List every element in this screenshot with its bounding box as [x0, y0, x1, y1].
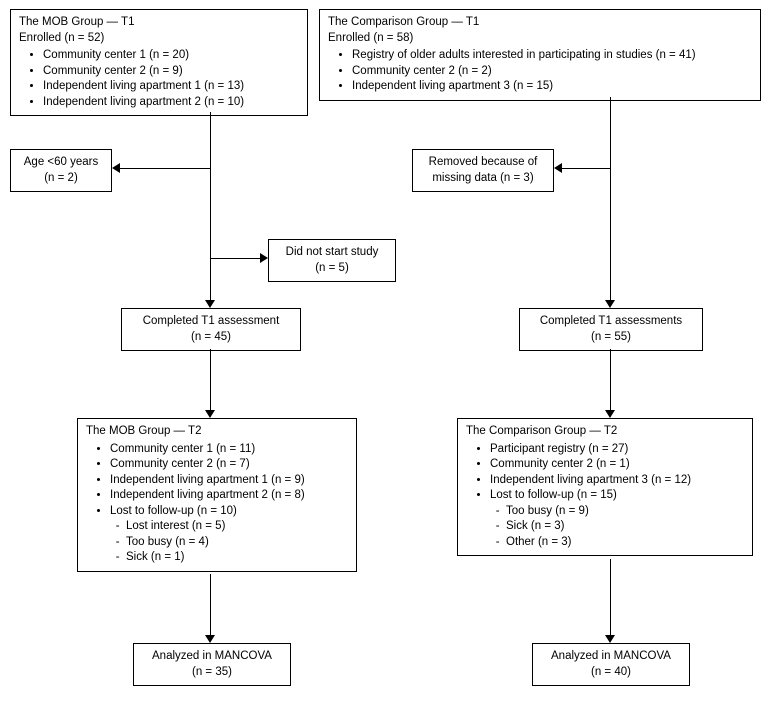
box-comp-analyzed: Analyzed in MANCOVA (n = 40): [532, 643, 690, 686]
connector: [210, 349, 211, 410]
list-mob-t1: Community center 1 (n = 20) Community ce…: [19, 48, 299, 110]
connector: [210, 112, 211, 300]
list-comp-t2: Participant registry (n = 27) Community …: [466, 442, 744, 551]
text-mob-completed-t1: Completed T1 assessment (n = 45): [143, 315, 280, 343]
list-item: Independent living apartment 1 (n = 13): [43, 79, 299, 95]
list-item: Community center 2 (n = 1): [490, 457, 744, 473]
list-item: Independent living apartment 2 (n = 10): [43, 95, 299, 111]
box-comp-completed-t1: Completed T1 assessments (n = 55): [519, 308, 703, 351]
text-mob-t1-title: The MOB Group — T1 Enrolled (n = 52): [19, 15, 299, 46]
connector: [120, 168, 210, 169]
box-age-exclusion: Age <60 years (n = 2): [10, 149, 112, 192]
text-comp-lost: Lost to follow-up (n = 15): [490, 489, 617, 501]
list-item: Other (n = 3): [506, 535, 744, 551]
arrow-right-icon: [260, 253, 268, 263]
flowchart: The MOB Group — T1 Enrolled (n = 52) Com…: [5, 5, 766, 696]
list-item: Sick (n = 1): [126, 550, 348, 566]
arrow-left-icon: [112, 163, 120, 173]
list-item: Community center 1 (n = 11): [110, 442, 348, 458]
list-item: Community center 2 (n = 7): [110, 457, 348, 473]
list-item: Participant registry (n = 27): [490, 442, 744, 458]
list-item: Lost to follow-up (n = 10) Lost interest…: [110, 504, 348, 566]
box-mob-t2: The MOB Group — T2 Community center 1 (n…: [77, 418, 357, 572]
list-item: Too busy (n = 4): [126, 535, 348, 551]
connector: [562, 168, 610, 169]
connector: [210, 574, 211, 635]
list-item: Registry of older adults interested in p…: [352, 48, 752, 64]
box-mob-analyzed: Analyzed in MANCOVA (n = 35): [133, 643, 291, 686]
list-comp-t1: Registry of older adults interested in p…: [328, 48, 752, 95]
text-comp-t2-title: The Comparison Group — T2: [466, 424, 744, 440]
connector: [210, 258, 260, 259]
text-mob-lost: Lost to follow-up (n = 10): [110, 505, 237, 517]
box-removed: Removed because of missing data (n = 3): [412, 149, 554, 192]
list-comp-lost-sub: Too busy (n = 9) Sick (n = 3) Other (n =…: [490, 504, 744, 551]
list-item: Community center 2 (n = 2): [352, 64, 752, 80]
text-comp-analyzed: Analyzed in MANCOVA (n = 40): [551, 650, 671, 678]
text-age-exclusion: Age <60 years (n = 2): [24, 156, 98, 184]
text-comp-completed-t1: Completed T1 assessments (n = 55): [540, 315, 682, 343]
list-mob-t2: Community center 1 (n = 11) Community ce…: [86, 442, 348, 566]
text-comp-t1-title: The Comparison Group — T1 Enrolled (n = …: [328, 15, 752, 46]
list-item: Lost interest (n = 5): [126, 519, 348, 535]
connector: [610, 97, 611, 300]
text-mob-analyzed: Analyzed in MANCOVA (n = 35): [152, 650, 272, 678]
connector: [610, 349, 611, 410]
arrow-down-icon: [205, 410, 215, 418]
box-mob-completed-t1: Completed T1 assessment (n = 45): [121, 308, 301, 351]
list-item: Lost to follow-up (n = 15) Too busy (n =…: [490, 488, 744, 550]
arrow-down-icon: [205, 300, 215, 308]
arrow-left-icon: [554, 163, 562, 173]
list-item: Community center 1 (n = 20): [43, 48, 299, 64]
list-item: Independent living apartment 1 (n = 9): [110, 473, 348, 489]
text-removed: Removed because of missing data (n = 3): [429, 156, 538, 184]
box-comp-t2: The Comparison Group — T2 Participant re…: [457, 418, 753, 556]
list-mob-lost-sub: Lost interest (n = 5) Too busy (n = 4) S…: [110, 519, 348, 566]
box-mob-t1: The MOB Group — T1 Enrolled (n = 52) Com…: [10, 9, 308, 116]
box-comp-t1: The Comparison Group — T1 Enrolled (n = …: [319, 9, 761, 101]
list-item: Independent living apartment 3 (n = 15): [352, 79, 752, 95]
arrow-down-icon: [605, 635, 615, 643]
list-item: Sick (n = 3): [506, 519, 744, 535]
list-item: Independent living apartment 2 (n = 8): [110, 488, 348, 504]
text-didnotstart: Did not start study (n = 5): [286, 246, 379, 274]
arrow-down-icon: [205, 635, 215, 643]
box-didnotstart: Did not start study (n = 5): [268, 239, 396, 282]
text-mob-t2-title: The MOB Group — T2: [86, 424, 348, 440]
connector: [610, 559, 611, 635]
arrow-down-icon: [605, 410, 615, 418]
arrow-down-icon: [605, 300, 615, 308]
list-item: Community center 2 (n = 9): [43, 64, 299, 80]
list-item: Too busy (n = 9): [506, 504, 744, 520]
list-item: Independent living apartment 3 (n = 12): [490, 473, 744, 489]
